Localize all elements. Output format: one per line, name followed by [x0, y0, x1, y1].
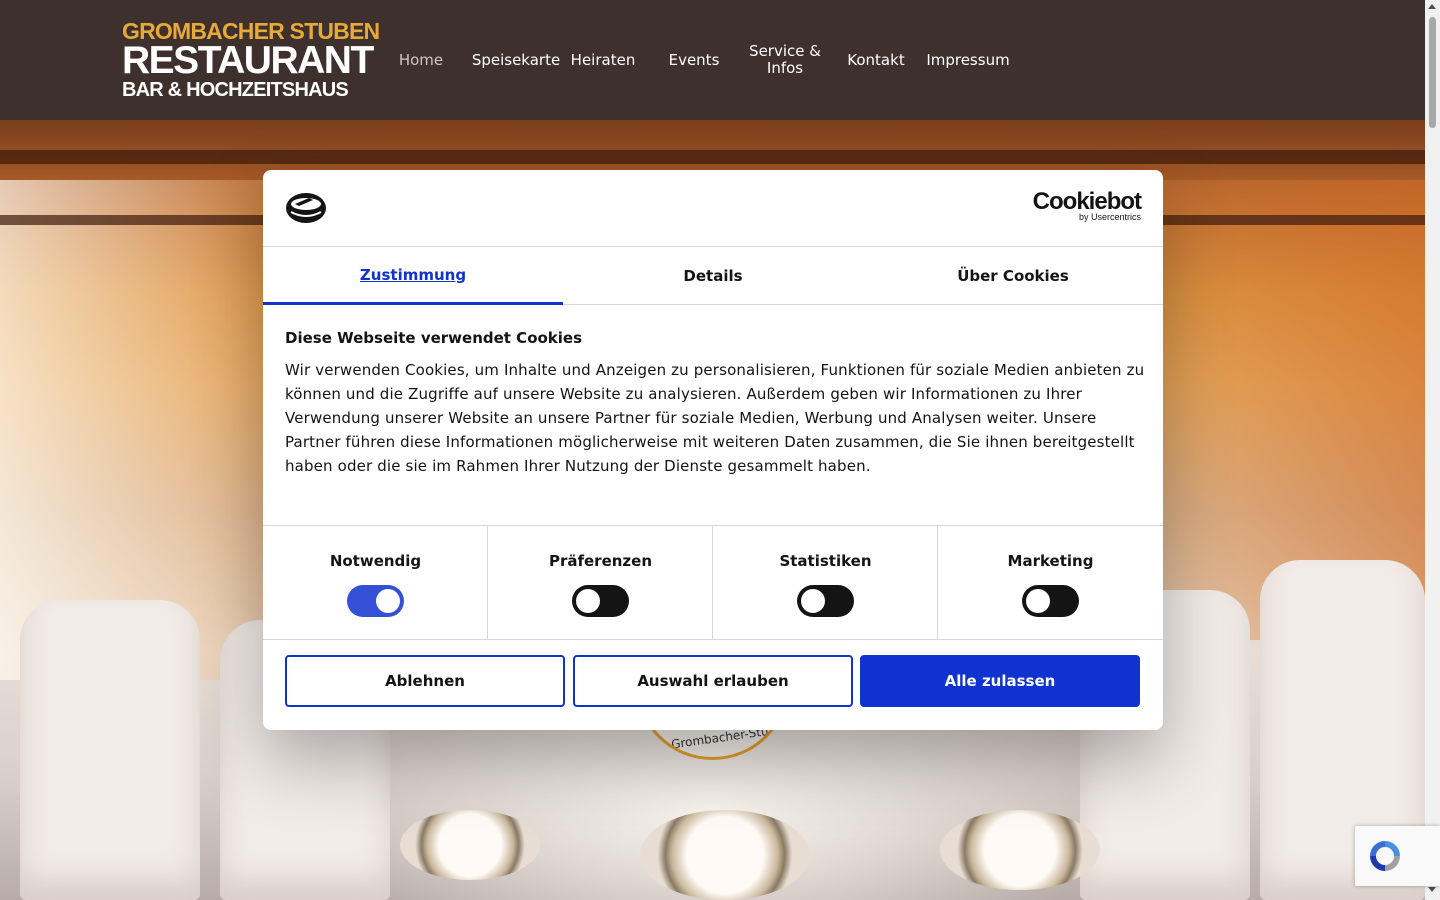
cookie-logo-icon	[286, 193, 326, 223]
tab-label: Zustimmung	[359, 265, 467, 284]
consent-label: Statistiken	[779, 552, 872, 570]
scroll-down-icon[interactable]	[1428, 887, 1436, 892]
cookiebot-logo-text: Cookiebot	[1032, 188, 1142, 215]
site-header: GROMBACHER STUBEN RESTAURANT BAR & HOCHZ…	[0, 0, 1425, 120]
consent-category-praeferenzen: Präferenzen	[488, 526, 713, 640]
site-logo[interactable]: GROMBACHER STUBEN RESTAURANT BAR & HOCHZ…	[122, 18, 380, 102]
consent-category-marketing: Marketing	[938, 526, 1163, 640]
tab-zustimmung[interactable]: Zustimmung	[263, 247, 563, 305]
recaptcha-icon	[1370, 841, 1400, 871]
recaptcha-badge[interactable]	[1355, 826, 1440, 886]
toggle-marketing[interactable]	[1022, 585, 1079, 617]
page-scrollbar[interactable]	[1425, 0, 1440, 900]
hero-plate	[940, 810, 1100, 890]
allow-selection-button[interactable]: Auswahl erlauben	[573, 655, 853, 707]
nav-item-service-infos[interactable]: Service & Infos	[745, 0, 825, 120]
allow-all-button[interactable]: Alle zulassen	[860, 655, 1140, 707]
dialog-header: Cookiebot by Usercentrics	[263, 170, 1163, 247]
toggle-knob	[801, 589, 825, 613]
scrollbar-thumb[interactable]	[1429, 17, 1436, 128]
nav-item-speisekarte[interactable]: Speisekarte	[470, 0, 562, 120]
toggle-knob	[1026, 589, 1050, 613]
logo-line-restaurant: RESTAURANT	[122, 39, 374, 82]
dialog-title: Diese Webseite verwendet Cookies	[285, 329, 583, 347]
toggle-notwendig[interactable]	[347, 585, 404, 617]
hero-beam	[0, 150, 1425, 164]
decline-button[interactable]: Ablehnen	[285, 655, 565, 707]
nav-item-impressum[interactable]: Impressum	[922, 0, 1014, 120]
tab-details[interactable]: Details	[563, 247, 863, 305]
hero-chair	[20, 600, 200, 900]
nav-item-heiraten[interactable]: Heiraten	[567, 0, 639, 120]
tab-label: Über Cookies	[957, 267, 1069, 285]
consent-categories: Notwendig Präferenzen Statistiken Market…	[263, 525, 1163, 640]
consent-category-notwendig: Notwendig	[263, 526, 488, 640]
cookie-consent-dialog: Cookiebot by Usercentrics Zustimmung Det…	[263, 170, 1163, 730]
toggle-statistiken[interactable]	[797, 585, 854, 617]
tab-label: Details	[683, 267, 743, 285]
dialog-tabs: Zustimmung Details Über Cookies	[263, 247, 1163, 305]
nav-item-home[interactable]: Home	[391, 0, 451, 120]
toggle-knob	[576, 589, 600, 613]
toggle-praeferenzen[interactable]	[572, 585, 629, 617]
cookiebot-brand[interactable]: Cookiebot by Usercentrics	[1032, 188, 1142, 223]
logo-line-bar: BAR & HOCHZEITSHAUS	[122, 79, 349, 101]
consent-label: Notwendig	[329, 552, 422, 570]
consent-label: Marketing	[1007, 552, 1094, 570]
nav-item-events[interactable]: Events	[660, 0, 728, 120]
hero-plate	[640, 810, 810, 900]
tab-ueber-cookies[interactable]: Über Cookies	[863, 247, 1163, 305]
toggle-knob	[376, 589, 400, 613]
consent-category-statistiken: Statistiken	[713, 526, 938, 640]
consent-label: Präferenzen	[548, 552, 653, 570]
nav-item-kontakt[interactable]: Kontakt	[842, 0, 910, 120]
dialog-description: Wir verwenden Cookies, um Inhalte und An…	[285, 361, 1145, 475]
hero-plate	[400, 810, 540, 880]
scroll-up-icon[interactable]	[1428, 4, 1436, 9]
